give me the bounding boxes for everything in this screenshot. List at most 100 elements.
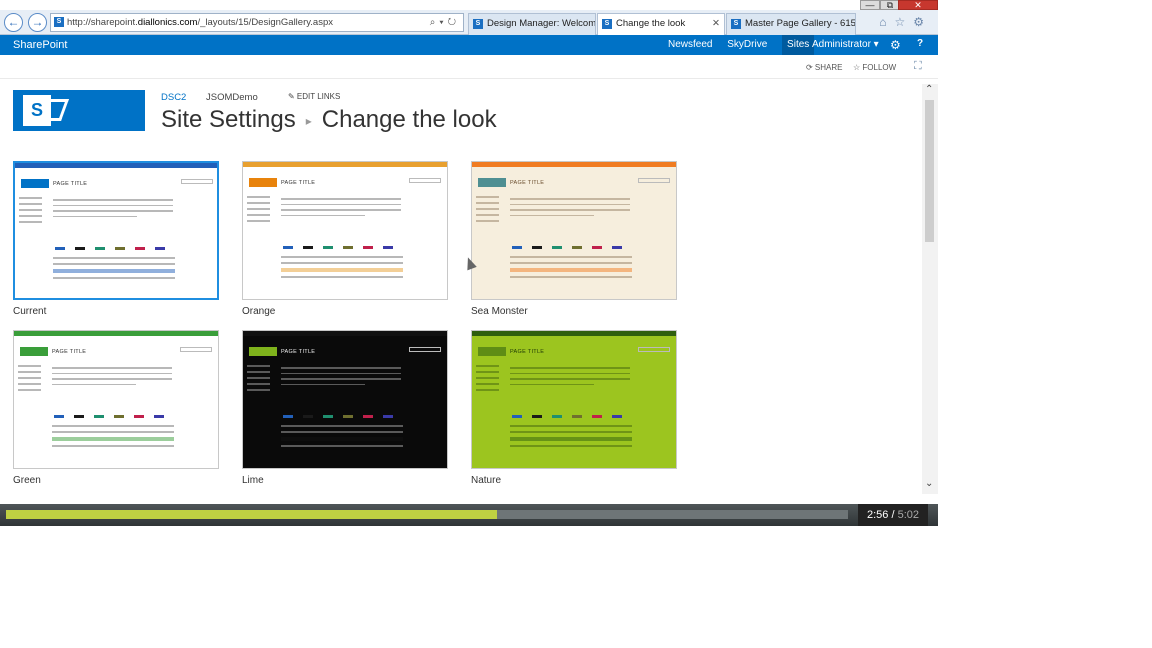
thumb-sample-table xyxy=(281,425,403,451)
thumb-search-box xyxy=(180,347,212,352)
thumb-quick-launch xyxy=(247,196,273,226)
color-swatch xyxy=(612,415,622,418)
breadcrumb-current: Change the look xyxy=(321,106,497,133)
thumb-logo xyxy=(249,178,277,187)
color-swatch xyxy=(572,246,582,249)
thumb-body-text xyxy=(281,198,401,220)
color-swatch xyxy=(75,247,85,250)
color-swatch xyxy=(572,415,582,418)
color-swatch xyxy=(363,246,373,249)
suite-link-sites[interactable]: Sites xyxy=(782,35,815,55)
thumb-logo xyxy=(21,179,49,188)
topnav-jsomdemo[interactable]: JSOMDemo xyxy=(206,92,258,103)
focus-content-icon[interactable]: ⛶ xyxy=(914,60,922,73)
tab-favicon-icon: S xyxy=(602,19,612,29)
color-swatch xyxy=(343,246,353,249)
url-path: /_layouts/15/DesignGallery.aspx xyxy=(197,17,333,28)
color-swatch xyxy=(303,246,313,249)
share-button[interactable]: ⟳ SHARE xyxy=(806,63,843,72)
thumb-body-text xyxy=(53,199,173,221)
settings-gear-icon[interactable]: ⚙ xyxy=(890,38,901,52)
thumb-page-title: PAGE TITLE xyxy=(510,349,545,355)
theme-tile[interactable]: PAGE TITLE xyxy=(13,330,219,469)
thumb-sample-table xyxy=(510,425,632,451)
color-swatch xyxy=(383,415,393,418)
thumb-page-title: PAGE TITLE xyxy=(281,180,316,186)
video-progress-fill xyxy=(6,510,497,519)
color-swatch xyxy=(552,415,562,418)
site-logo[interactable]: S xyxy=(13,90,145,131)
color-swatch xyxy=(612,246,622,249)
help-icon[interactable]: ? xyxy=(917,38,923,49)
thumb-color-swatches xyxy=(512,405,632,418)
color-swatch xyxy=(114,415,124,418)
color-swatch xyxy=(532,415,542,418)
thumb-logo xyxy=(478,178,506,187)
tab-master-page-gallery[interactable]: S Master Page Gallery - 6155... xyxy=(726,13,856,35)
theme-tile[interactable]: PAGE TITLE xyxy=(242,330,448,469)
theme-tile[interactable]: PAGE TITLE xyxy=(471,330,677,469)
tab-label: Design Manager: Welcome xyxy=(487,18,596,29)
tab-design-manager[interactable]: S Design Manager: Welcome xyxy=(468,13,596,35)
suite-link-skydrive[interactable]: SkyDrive xyxy=(727,39,767,50)
thumb-color-swatches xyxy=(283,405,403,418)
theme-name[interactable]: Current xyxy=(13,306,46,317)
theme-name[interactable]: Sea Monster xyxy=(471,306,528,317)
scroll-down-icon[interactable]: ⌄ xyxy=(925,478,933,489)
edit-links-button[interactable]: ✎ EDIT LINKS xyxy=(288,92,340,101)
screen: — ⧉ ✕ ← → S http://sharepoint.diallonics… xyxy=(0,0,938,527)
thumb-quick-launch xyxy=(476,365,502,395)
scroll-thumb[interactable] xyxy=(925,100,934,242)
color-swatch xyxy=(94,415,104,418)
thumb-body-text xyxy=(510,198,630,220)
theme-name[interactable]: Orange xyxy=(242,306,275,317)
thumb-search-box xyxy=(638,347,670,352)
theme-name[interactable]: Green xyxy=(13,475,41,486)
color-swatch xyxy=(592,415,602,418)
follow-button[interactable]: ☆ FOLLOW xyxy=(853,63,896,72)
thumb-color-swatches xyxy=(55,237,175,250)
restore-button[interactable]: ⧉ xyxy=(880,0,900,10)
thumb-page-title: PAGE TITLE xyxy=(52,349,87,355)
forward-icon[interactable]: → xyxy=(28,13,47,32)
home-favorites-settings-icons[interactable]: ⌂☆⚙ xyxy=(879,15,932,29)
color-swatch xyxy=(95,247,105,250)
thumb-search-box xyxy=(181,179,213,184)
video-time: 2:56 / 5:02 xyxy=(858,504,928,526)
theme-name[interactable]: Lime xyxy=(242,475,264,486)
theme-tile[interactable]: PAGE TITLE xyxy=(471,161,677,300)
close-window-button[interactable]: ✕ xyxy=(898,0,938,10)
color-swatch xyxy=(323,415,333,418)
breadcrumb-site-settings[interactable]: Site Settings xyxy=(161,106,296,133)
address-bar[interactable]: S http://sharepoint.diallonics.com/_layo… xyxy=(50,13,464,32)
suite-bar: SharePoint Newsfeed SkyDrive Sites Admin… xyxy=(0,35,938,55)
topnav-dsc2[interactable]: DSC2 xyxy=(161,92,186,103)
back-icon[interactable]: ← xyxy=(4,13,23,32)
tab-favicon-icon: S xyxy=(731,19,741,29)
thumb-body-text xyxy=(510,367,630,389)
theme-name[interactable]: Nature xyxy=(471,475,501,486)
thumb-page-title: PAGE TITLE xyxy=(281,349,316,355)
color-swatch xyxy=(512,415,522,418)
theme-tile[interactable]: PAGE TITLE xyxy=(13,161,219,300)
url-prefix: http://sharepoint. xyxy=(67,17,138,28)
tab-change-the-look[interactable]: S Change the look ✕ xyxy=(597,13,725,35)
video-progress-track[interactable] xyxy=(6,510,848,519)
thumb-suite-bar xyxy=(472,162,676,167)
color-swatch xyxy=(363,415,373,418)
minimize-button[interactable]: — xyxy=(860,0,880,10)
user-menu[interactable]: Administrator ▾ xyxy=(812,39,879,50)
url-host: diallonics.com xyxy=(137,17,198,28)
scroll-up-icon[interactable]: ⌃ xyxy=(925,84,933,95)
color-swatch xyxy=(283,415,293,418)
suite-link-newsfeed[interactable]: Newsfeed xyxy=(668,39,712,50)
theme-tile[interactable]: PAGE TITLE xyxy=(242,161,448,300)
tab-close-icon[interactable]: ✕ xyxy=(712,14,720,34)
thumb-suite-bar xyxy=(15,163,217,168)
thumb-logo xyxy=(249,347,277,356)
color-swatch xyxy=(532,246,542,249)
address-tools-icons[interactable]: ⌕▾↻ xyxy=(430,14,460,31)
thumb-color-swatches xyxy=(54,405,174,418)
sharepoint-brand[interactable]: SharePoint xyxy=(13,39,67,51)
vertical-scrollbar[interactable]: ⌃ ⌄ xyxy=(922,84,938,494)
